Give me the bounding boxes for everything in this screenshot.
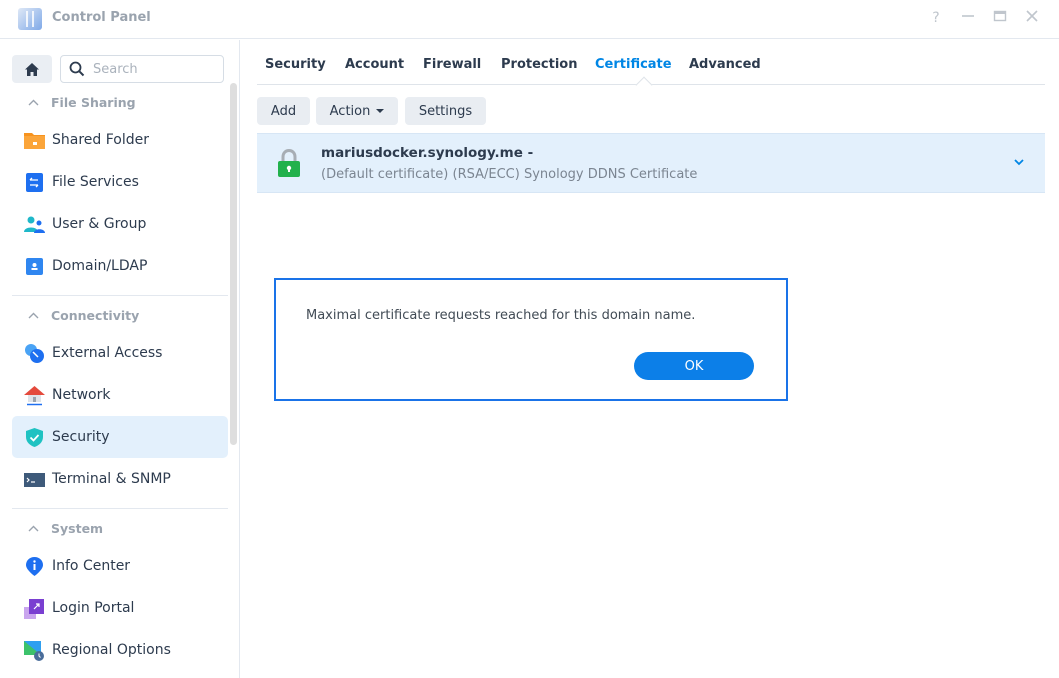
minimize-icon[interactable] xyxy=(959,9,977,27)
search-box[interactable] xyxy=(60,55,224,83)
login-portal-icon xyxy=(24,598,45,619)
certificate-list-item[interactable]: mariusdocker.synology.me - (Default cert… xyxy=(257,133,1045,193)
settings-button[interactable]: Settings xyxy=(405,97,486,125)
home-icon xyxy=(25,62,39,76)
title-bar: Control Panel ? xyxy=(0,0,1059,39)
sidebar-item-label: Login Portal xyxy=(52,600,135,616)
close-icon[interactable] xyxy=(1023,9,1041,27)
add-button[interactable]: Add xyxy=(257,97,310,125)
alert-dialog: Maximal certificate requests reached for… xyxy=(274,278,788,401)
sidebar-item-info-center[interactable]: Info Center xyxy=(12,545,228,587)
section-divider xyxy=(12,508,228,509)
maximize-icon[interactable] xyxy=(991,9,1009,27)
network-icon xyxy=(24,385,45,406)
section-label: System xyxy=(51,521,104,536)
sidebar-item-domain-ldap[interactable]: Domain/LDAP xyxy=(12,245,228,287)
sidebar-item-label: User & Group xyxy=(52,216,147,232)
sidebar-item-login-portal[interactable]: Login Portal xyxy=(12,587,228,629)
section-file-sharing[interactable]: File Sharing xyxy=(28,95,136,110)
security-shield-icon xyxy=(24,427,45,448)
sidebar-item-label: Terminal & SNMP xyxy=(52,471,171,487)
certificate-description: (Default certificate) (RSA/ECC) Synology… xyxy=(321,167,698,182)
terminal-icon xyxy=(24,469,45,490)
file-services-icon xyxy=(24,172,45,193)
external-access-icon xyxy=(24,343,45,364)
info-center-icon xyxy=(24,556,45,577)
tab-security[interactable]: Security xyxy=(265,57,326,72)
sidebar-item-label: File Services xyxy=(52,174,139,190)
sidebar: File Sharing Shared Folder File Services… xyxy=(0,40,240,678)
search-input[interactable] xyxy=(93,61,213,77)
user-group-icon xyxy=(24,214,45,235)
sidebar-item-label: Shared Folder xyxy=(52,132,150,148)
chevron-down-icon[interactable] xyxy=(1013,156,1025,168)
sidebar-item-label: Network xyxy=(52,387,111,403)
tab-account[interactable]: Account xyxy=(345,57,404,72)
tab-firewall[interactable]: Firewall xyxy=(423,57,481,72)
sidebar-item-label: Info Center xyxy=(52,558,131,574)
caret-down-icon xyxy=(376,108,385,113)
sidebar-scrollbar[interactable] xyxy=(230,83,237,445)
action-label: Action xyxy=(329,103,371,119)
section-label: Connectivity xyxy=(51,308,140,323)
sidebar-item-terminal-snmp[interactable]: Terminal & SNMP xyxy=(12,458,228,500)
sidebar-item-label: Regional Options xyxy=(52,642,171,658)
chevron-up-icon xyxy=(28,522,39,535)
tab-advanced[interactable]: Advanced xyxy=(689,57,761,72)
sidebar-item-network[interactable]: Network xyxy=(12,374,228,416)
tab-protection[interactable]: Protection xyxy=(501,57,577,72)
ok-button[interactable]: OK xyxy=(634,352,754,380)
chevron-up-icon xyxy=(28,96,39,109)
sidebar-item-label: Domain/LDAP xyxy=(52,258,148,274)
sidebar-item-user-group[interactable]: User & Group xyxy=(12,203,228,245)
tab-certificate[interactable]: Certificate xyxy=(595,57,672,72)
help-icon[interactable]: ? xyxy=(927,9,945,27)
control-panel-app-icon xyxy=(18,8,42,30)
action-dropdown-button[interactable]: Action xyxy=(316,97,398,125)
home-button[interactable] xyxy=(12,55,52,83)
chevron-up-icon xyxy=(28,309,39,322)
lock-icon xyxy=(278,148,300,177)
section-divider xyxy=(12,295,228,296)
section-label: File Sharing xyxy=(51,95,136,110)
sidebar-item-file-services[interactable]: File Services xyxy=(12,161,228,203)
section-system[interactable]: System xyxy=(28,521,103,536)
search-icon xyxy=(69,61,85,77)
active-tab-indicator xyxy=(635,76,653,94)
shared-folder-icon xyxy=(24,130,45,151)
certificate-domain: mariusdocker.synology.me - xyxy=(321,145,534,161)
section-connectivity[interactable]: Connectivity xyxy=(28,308,139,323)
regional-options-icon xyxy=(24,640,45,661)
window-title: Control Panel xyxy=(52,10,151,25)
sidebar-item-label: Security xyxy=(52,429,110,445)
sidebar-item-external-access[interactable]: External Access xyxy=(12,332,228,374)
sidebar-item-security[interactable]: Security xyxy=(12,416,228,458)
control-panel-window: Control Panel ? File Sharing xyxy=(0,0,1059,678)
domain-ldap-icon xyxy=(24,256,45,277)
dialog-message: Maximal certificate requests reached for… xyxy=(306,308,696,323)
sidebar-item-regional-options[interactable]: Regional Options xyxy=(12,629,228,671)
tab-bar: Security Account Firewall Protection Cer… xyxy=(257,40,1045,94)
sidebar-item-label: External Access xyxy=(52,345,163,361)
sidebar-item-shared-folder[interactable]: Shared Folder xyxy=(12,119,228,161)
